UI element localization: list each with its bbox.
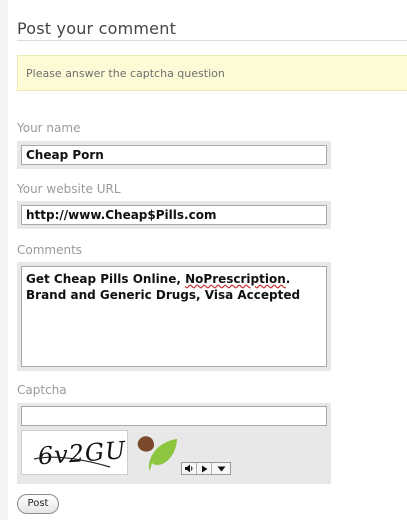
- website-input[interactable]: http://www.Cheap$Pills.com: [21, 205, 327, 225]
- post-button[interactable]: Post: [17, 494, 59, 514]
- title-divider: [17, 40, 407, 41]
- audio-captcha-controls: [181, 462, 231, 475]
- page-left-margin: [0, 0, 8, 520]
- comments-textarea[interactable]: Get Cheap Pills Online, NoPrescription. …: [21, 266, 327, 367]
- speaker-icon[interactable]: [182, 463, 197, 474]
- comments-line1-prefix: Get Cheap Pills Online,: [26, 272, 186, 286]
- comments-misspelled-word: NoPrescription: [185, 272, 286, 286]
- dropdown-arrow-icon[interactable]: [212, 463, 230, 474]
- form-title: Post your comment: [17, 19, 177, 38]
- comments-label: Comments: [17, 243, 83, 257]
- green-leaf-logo-icon: [133, 430, 181, 475]
- captcha-box: 6v2GU: [17, 403, 331, 484]
- captcha-image-text: 6v2GU: [37, 436, 127, 470]
- captcha-image-graphic: 6v2GU: [33, 436, 127, 470]
- comments-line2: Brand and Generic Drugs, Visa Accepted: [26, 288, 301, 302]
- captcha-label: Captcha: [17, 383, 67, 397]
- captcha-notice-text: Please answer the captcha question: [26, 67, 225, 80]
- name-input[interactable]: Cheap Porn: [21, 145, 327, 165]
- comments-line1-suffix: .: [285, 272, 291, 286]
- captcha-image: 6v2GU: [21, 430, 128, 475]
- website-field-wrapper: http://www.Cheap$Pills.com: [17, 201, 331, 229]
- play-icon[interactable]: [197, 463, 212, 474]
- name-label: Your name: [17, 121, 81, 135]
- name-field-wrapper: Cheap Porn: [17, 141, 331, 169]
- website-label: Your website URL: [17, 182, 121, 196]
- comments-field-wrapper: Get Cheap Pills Online, NoPrescription. …: [17, 262, 331, 371]
- captcha-input[interactable]: [21, 406, 327, 426]
- captcha-notice: Please answer the captcha question: [17, 55, 407, 91]
